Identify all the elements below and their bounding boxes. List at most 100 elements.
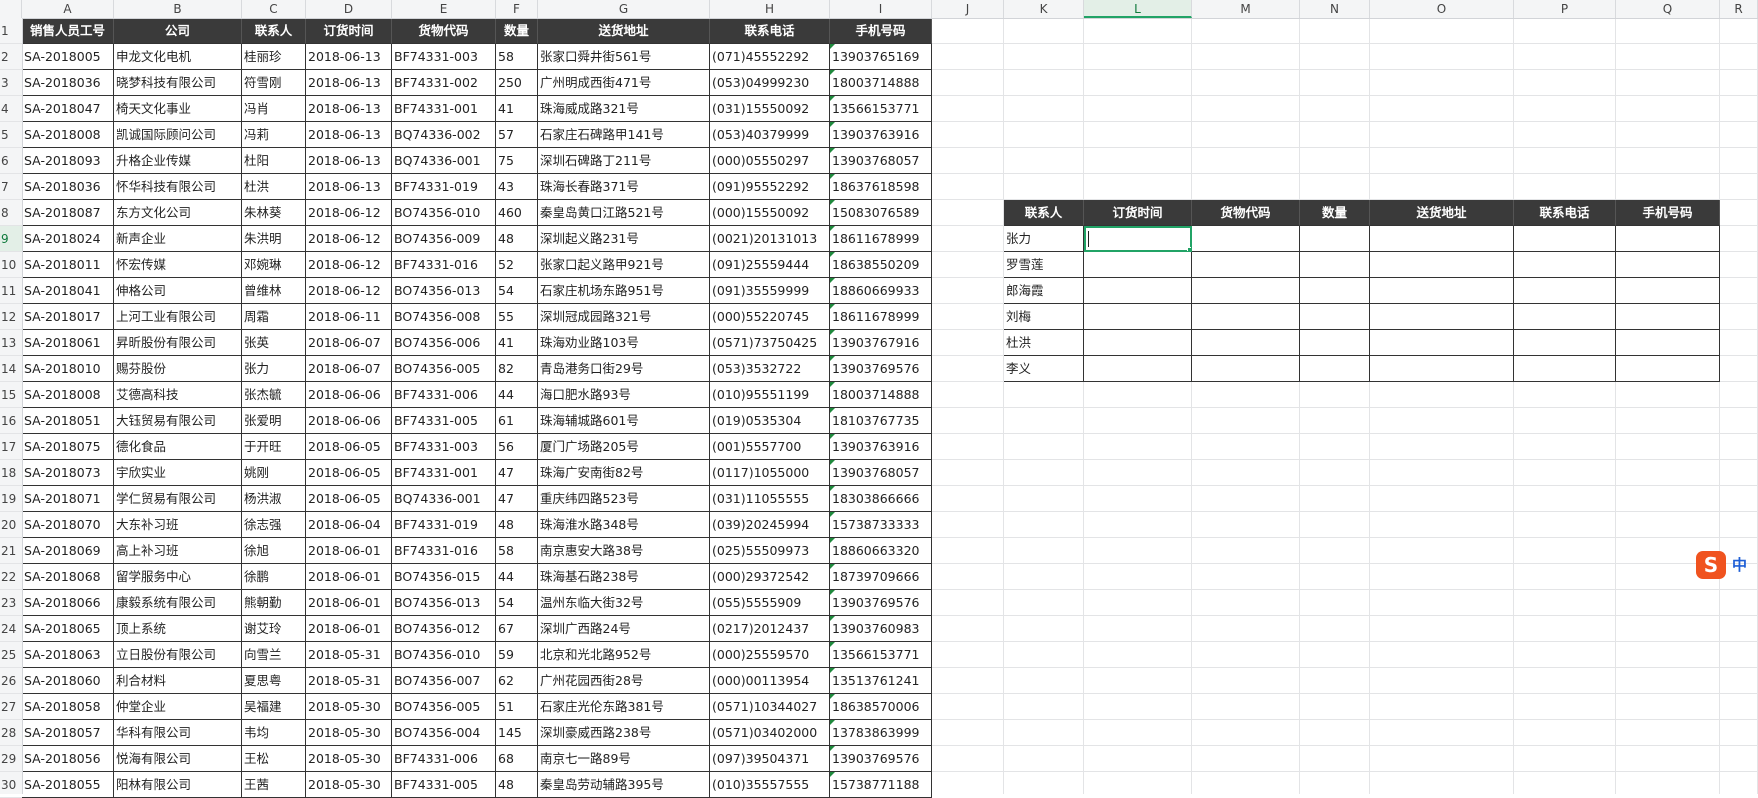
table-row-cell[interactable]: BO74356-013 <box>392 590 496 616</box>
table-row-cell[interactable]: 460 <box>496 200 538 226</box>
table-row-cell[interactable]: 2018-06-01 <box>306 590 392 616</box>
spreadsheet-grid[interactable]: 销售人员工号 公司 联系人 订货时间 货物代码 数量 送货地址 联系电话 手机号码 SA-2018… <box>0 0 1758 798</box>
select-all-corner[interactable] <box>0 0 22 18</box>
lookup-value-cell[interactable] <box>1616 356 1720 382</box>
column-header-c[interactable]: C <box>242 0 306 18</box>
table-row-cell[interactable]: 44 <box>496 564 538 590</box>
table-row-cell[interactable]: 海口肥水路93号 <box>538 382 710 408</box>
table-row-cell[interactable]: 顶上系统 <box>114 616 242 642</box>
table-row-cell[interactable]: 徐鹏 <box>242 564 306 590</box>
table-row-cell[interactable]: 55 <box>496 304 538 330</box>
table-row-cell[interactable]: BO74356-007 <box>392 668 496 694</box>
table-row-cell[interactable]: SA-2018008 <box>22 122 114 148</box>
table-row-cell[interactable]: 13566153771 <box>830 642 932 668</box>
table-row-cell[interactable]: 申龙文化电机 <box>114 44 242 70</box>
lookup-value-cell[interactable] <box>1370 304 1514 330</box>
row-header-22[interactable]: 22 <box>0 564 22 590</box>
table-row-cell[interactable]: 怀宏传媒 <box>114 252 242 278</box>
row-header-10[interactable]: 10 <box>0 252 22 278</box>
table-row-cell[interactable]: 深圳豪威西路238号 <box>538 720 710 746</box>
table-row-cell[interactable]: (000)15550092 <box>710 200 830 226</box>
lookup-value-cell[interactable] <box>1514 252 1616 278</box>
table-row-cell[interactable]: 13566153771 <box>830 96 932 122</box>
column-header-d[interactable]: D <box>306 0 392 18</box>
table-row-cell[interactable]: 2018-06-12 <box>306 200 392 226</box>
lookup-name-cell[interactable]: 罗雪莲 <box>1004 252 1084 278</box>
table-row-cell[interactable]: BF74331-003 <box>392 44 496 70</box>
table-row-cell[interactable]: 华科有限公司 <box>114 720 242 746</box>
table-row-cell[interactable]: (010)35557555 <box>710 772 830 798</box>
table-row-cell[interactable]: 48 <box>496 226 538 252</box>
table-row-cell[interactable]: 秦皇岛黄口江路521号 <box>538 200 710 226</box>
table-row-cell[interactable]: SA-2018010 <box>22 356 114 382</box>
row-header-19[interactable]: 19 <box>0 486 22 512</box>
table-row-cell[interactable]: 珠海辅城路601号 <box>538 408 710 434</box>
table-row-cell[interactable]: 朱洪明 <box>242 226 306 252</box>
table-row-cell[interactable]: (000)29372542 <box>710 564 830 590</box>
table-row-cell[interactable]: SA-2018041 <box>22 278 114 304</box>
lookup-value-cell[interactable] <box>1300 330 1370 356</box>
column-header-k[interactable]: K <box>1004 0 1084 18</box>
table-row-cell[interactable]: 2018-05-30 <box>306 720 392 746</box>
table-row-cell[interactable]: 杨洪淑 <box>242 486 306 512</box>
table-row-cell[interactable]: 67 <box>496 616 538 642</box>
table-row-cell[interactable]: 43 <box>496 174 538 200</box>
table-row-cell[interactable]: 张英 <box>242 330 306 356</box>
table-row-cell[interactable]: SA-2018070 <box>22 512 114 538</box>
table-row-cell[interactable]: 57 <box>496 122 538 148</box>
table-row-cell[interactable]: 18860663320 <box>830 538 932 564</box>
table-row-cell[interactable]: 13903765169 <box>830 44 932 70</box>
table-row-cell[interactable]: 向雪兰 <box>242 642 306 668</box>
table-row-cell[interactable]: 夏思粤 <box>242 668 306 694</box>
table-row-cell[interactable]: 2018-05-30 <box>306 772 392 798</box>
table-row-cell[interactable]: 珠海威成路321号 <box>538 96 710 122</box>
table-row-cell[interactable]: 68 <box>496 746 538 772</box>
table-row-cell[interactable]: SA-2018055 <box>22 772 114 798</box>
table-row-cell[interactable]: 75 <box>496 148 538 174</box>
table-row-cell[interactable]: 深圳石碑路丁211号 <box>538 148 710 174</box>
orders-header-row-cell[interactable]: 货物代码 <box>392 18 496 44</box>
column-header-r[interactable]: R <box>1720 0 1758 18</box>
table-row-cell[interactable]: SA-2018051 <box>22 408 114 434</box>
table-row-cell[interactable]: 18638570006 <box>830 694 932 720</box>
table-row-cell[interactable]: 曾维林 <box>242 278 306 304</box>
table-row-cell[interactable]: 2018-06-13 <box>306 174 392 200</box>
row-header-9[interactable]: 9 <box>0 226 22 252</box>
lookup-value-cell[interactable] <box>1616 304 1720 330</box>
table-row-cell[interactable]: (000)25559570 <box>710 642 830 668</box>
table-row-cell[interactable]: SA-2018061 <box>22 330 114 356</box>
table-row-cell[interactable]: SA-2018069 <box>22 538 114 564</box>
table-row-cell[interactable]: 悦海有限公司 <box>114 746 242 772</box>
table-row-cell[interactable]: BO74356-010 <box>392 200 496 226</box>
row-header-6[interactable]: 6 <box>0 148 22 174</box>
table-row-cell[interactable]: 2018-06-12 <box>306 252 392 278</box>
table-row-cell[interactable]: 250 <box>496 70 538 96</box>
row-header-24[interactable]: 24 <box>0 616 22 642</box>
lookup-value-cell[interactable] <box>1192 226 1300 252</box>
table-row-cell[interactable]: 珠海广安南街82号 <box>538 460 710 486</box>
table-row-cell[interactable]: (025)55509973 <box>710 538 830 564</box>
table-row-cell[interactable]: 杜阳 <box>242 148 306 174</box>
row-header-3[interactable]: 3 <box>0 70 22 96</box>
table-row-cell[interactable]: 61 <box>496 408 538 434</box>
lookup-header-row-cell[interactable]: 货物代码 <box>1192 200 1300 226</box>
table-row-cell[interactable]: BF74331-006 <box>392 746 496 772</box>
table-row-cell[interactable]: (091)95552292 <box>710 174 830 200</box>
table-row-cell[interactable]: (000)00113954 <box>710 668 830 694</box>
table-row-cell[interactable]: 18003714888 <box>830 382 932 408</box>
lookup-header-row-cell[interactable]: 订货时间 <box>1084 200 1192 226</box>
table-row-cell[interactable]: 2018-06-05 <box>306 460 392 486</box>
lookup-value-cell[interactable] <box>1616 252 1720 278</box>
table-row-cell[interactable]: 珠海长春路371号 <box>538 174 710 200</box>
table-row-cell[interactable]: 18739709666 <box>830 564 932 590</box>
table-row-cell[interactable]: 47 <box>496 460 538 486</box>
lookup-value-cell[interactable] <box>1192 278 1300 304</box>
row-header-12[interactable]: 12 <box>0 304 22 330</box>
table-row-cell[interactable]: 13903767916 <box>830 330 932 356</box>
table-row-cell[interactable]: 珠海劝业路103号 <box>538 330 710 356</box>
table-row-cell[interactable]: 升格企业传媒 <box>114 148 242 174</box>
table-row-cell[interactable]: 留学服务中心 <box>114 564 242 590</box>
lookup-value-cell[interactable] <box>1300 278 1370 304</box>
table-row-cell[interactable]: SA-2018024 <box>22 226 114 252</box>
column-header-g[interactable]: G <box>538 0 710 18</box>
